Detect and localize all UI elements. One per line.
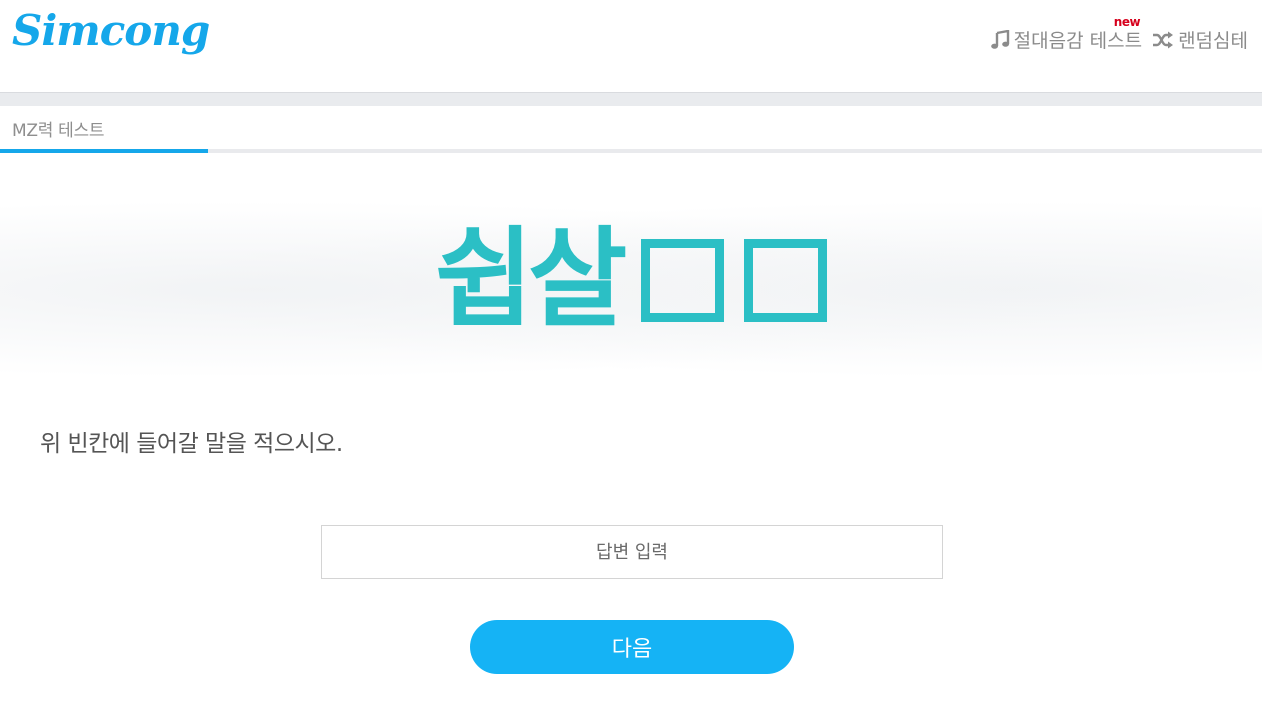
quiz-image-text: 쉽살 (434, 217, 628, 342)
blank-box (641, 238, 725, 322)
nav-absolute-pitch-label: 절대음감 테스트 (1013, 30, 1143, 52)
answer-input[interactable] (321, 525, 943, 579)
question-text: 위 빈칸에 들어갈 말을 적으시오. (40, 431, 343, 457)
music-note-icon (990, 29, 1010, 50)
new-badge: new (1113, 15, 1141, 29)
progress-bar (0, 149, 1262, 153)
nav-random-test[interactable]: 랜덤심테 (1152, 26, 1248, 53)
nav-random-test-label: 랜덤심테 (1178, 30, 1248, 52)
header: Simcong 절대음감 테스트 new 랜덤심테 (0, 0, 1262, 93)
header-divider-band (0, 93, 1262, 106)
quiz-image: 쉽살 (0, 185, 1262, 375)
section-title: MZ력 테스트 (12, 121, 105, 141)
shuffle-icon (1152, 31, 1174, 49)
top-nav: 절대음감 테스트 new 랜덤심테 (990, 15, 1248, 53)
next-button[interactable]: 다음 (470, 620, 794, 674)
progress-bar-fill (0, 149, 209, 153)
site-logo[interactable]: Simcong (12, 6, 210, 55)
blank-box (744, 238, 828, 322)
nav-absolute-pitch-test[interactable]: 절대음감 테스트 new (990, 15, 1143, 53)
quiz-word: 쉽살 (435, 226, 828, 334)
